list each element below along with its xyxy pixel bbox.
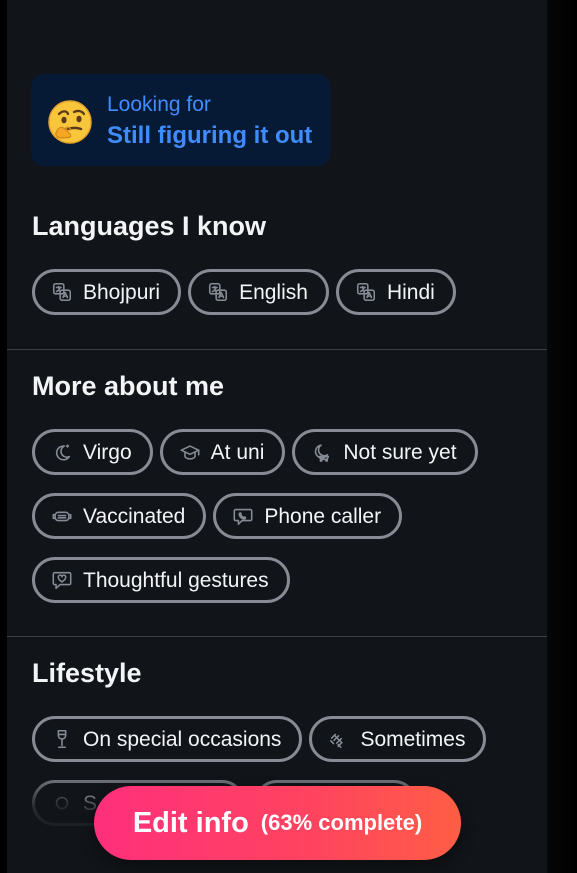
chip-covid-vaccine[interactable]: Vaccinated: [32, 493, 207, 539]
chip-education[interactable]: At uni: [159, 429, 286, 475]
more-about-me-row-1: Virgo At uni Not sure yet: [32, 429, 478, 475]
mask-icon: [51, 505, 73, 527]
chip-label: On special occasions: [83, 727, 282, 751]
languages-title: Languages I know: [32, 211, 267, 241]
more-about-me-title: More about me: [32, 371, 225, 401]
language-chip-label: Hindi: [386, 280, 435, 304]
looking-for-card[interactable]: Looking for Still figuring it out: [31, 74, 330, 166]
phone-chat-icon: [232, 505, 254, 527]
languages-chip-row: Bhojpuri English Hindi: [32, 269, 456, 315]
more-about-me-row-2: Vaccinated Phone caller: [32, 493, 403, 539]
chip-label: Phone caller: [264, 504, 382, 528]
thinking-face-icon: [48, 100, 92, 144]
language-chip-english[interactable]: English: [188, 269, 329, 315]
translate-icon: [51, 281, 73, 303]
chip-label: Virgo: [83, 440, 132, 464]
language-chip-label: Bhojpuri: [83, 280, 161, 304]
moon-icon: [51, 441, 73, 463]
section-divider: [7, 349, 547, 350]
edit-info-progress: (63% complete): [260, 810, 423, 835]
chip-label: Sometimes: [360, 727, 466, 751]
edit-info-button[interactable]: Edit info (63% complete): [94, 786, 461, 860]
chip-label: Vaccinated: [83, 504, 186, 528]
chip-drinking[interactable]: On special occasions: [32, 716, 303, 762]
dumbbell-icon: [328, 728, 350, 750]
moon-stroller-icon: [311, 441, 333, 463]
profile-info-panel: Looking for Still figuring it out Langua…: [7, 0, 547, 873]
language-chip-bhojpuri[interactable]: Bhojpuri: [32, 269, 182, 315]
chip-label: Thoughtful gestures: [83, 568, 269, 592]
edit-info-label: Edit info: [132, 806, 249, 839]
lifestyle-row-1: On special occasions Sometimes: [32, 716, 487, 762]
language-chip-label: English: [239, 280, 308, 304]
graduation-cap-icon: [179, 441, 201, 463]
language-chip-hindi[interactable]: Hindi: [335, 269, 456, 315]
background-edge: [547, 0, 577, 873]
translate-icon: [355, 281, 377, 303]
wine-glass-icon: [51, 728, 73, 750]
looking-for-label: Looking for: [107, 93, 211, 116]
chip-family-plans[interactable]: Not sure yet: [292, 429, 478, 475]
chip-workout[interactable]: Sometimes: [309, 716, 487, 762]
chip-love-style[interactable]: Thoughtful gestures: [32, 557, 290, 603]
chip-label: At uni: [210, 440, 265, 464]
chip-label: Not sure yet: [343, 440, 457, 464]
chip-communication-style[interactable]: Phone caller: [213, 493, 403, 539]
more-about-me-row-3: Thoughtful gestures: [32, 557, 290, 603]
heart-message-icon: [51, 569, 73, 591]
translate-icon: [207, 281, 229, 303]
looking-for-value: Still figuring it out: [107, 122, 313, 149]
lifestyle-title: Lifestyle: [32, 658, 142, 688]
section-divider: [7, 636, 547, 637]
chip-zodiac[interactable]: Virgo: [32, 429, 153, 475]
